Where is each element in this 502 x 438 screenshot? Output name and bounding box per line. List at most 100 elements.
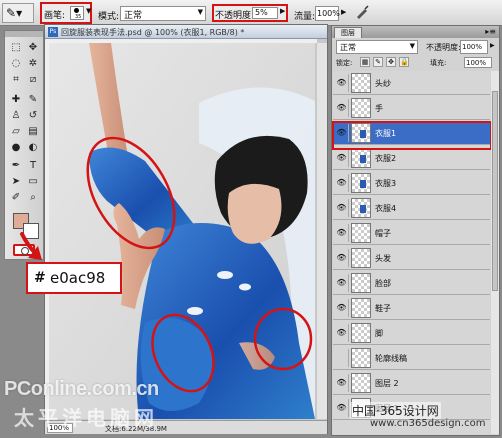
blend-mode-select[interactable]: 正常 ▼	[336, 40, 418, 54]
layer-row[interactable]: 👁 衣服4	[333, 196, 490, 220]
airbrush-icon[interactable]	[354, 4, 370, 20]
slice-icon[interactable]: ⧄	[26, 73, 40, 87]
move-icon[interactable]: ✥	[26, 41, 40, 55]
visibility-eye-icon[interactable]: 👁	[335, 199, 349, 217]
thumbnail-content	[360, 155, 366, 163]
layer-name: 手	[375, 104, 383, 113]
layer-thumbnail[interactable]	[351, 298, 371, 318]
flow-input[interactable]: 100%	[315, 6, 340, 21]
eyedropper-icon[interactable]: ✐	[9, 191, 23, 205]
scrollbar-thumb[interactable]	[492, 91, 498, 291]
layer-thumbnail[interactable]	[351, 223, 371, 243]
options-bar: ✎▾ 画笔: 35 ▼ 模式: 正常 ▼ 不透明度: 5% ▶ 流量: 100%…	[0, 0, 502, 26]
layers-scrollbar[interactable]	[491, 71, 499, 434]
mode-label: 模式:	[98, 12, 120, 22]
eraser-icon[interactable]: ▱	[9, 125, 23, 139]
visibility-eye-icon[interactable]: 👁	[335, 324, 349, 342]
mode-select[interactable]: 正常 ▼	[120, 6, 206, 21]
layer-thumbnail[interactable]	[351, 248, 371, 268]
layer-thumbnail[interactable]	[351, 198, 371, 218]
pen-icon[interactable]: ✒	[9, 159, 23, 173]
healing-brush-icon[interactable]: ✚	[9, 93, 23, 107]
brush-icon[interactable]: ✎	[26, 93, 40, 107]
visibility-eye-icon[interactable]: 👁	[335, 224, 349, 242]
layer-row[interactable]: 👁 鞋子	[333, 296, 490, 320]
opacity-slider-arrow-icon[interactable]: ▶	[490, 42, 495, 49]
layer-name: 脸部	[375, 279, 391, 288]
history-brush-icon[interactable]: ↺	[26, 109, 40, 123]
gradient-icon[interactable]: ▤	[26, 125, 40, 139]
visibility-eye-icon[interactable]: 👁	[335, 249, 349, 267]
marquee-icon[interactable]: ⬚	[9, 41, 23, 55]
magic-wand-icon[interactable]: ✲	[26, 57, 40, 71]
visibility-eye-icon[interactable]: 👁	[335, 399, 349, 417]
brush-picker-group[interactable]: 画笔: 35 ▼	[40, 2, 92, 24]
lock-pixels-icon[interactable]: ✎	[373, 57, 383, 67]
zoom-icon[interactable]: ⌕	[26, 191, 40, 205]
layer-thumbnail[interactable]	[351, 348, 371, 368]
flow-slider-arrow-icon[interactable]: ▶	[341, 8, 346, 16]
photoshop-icon: Ps	[48, 27, 58, 37]
layer-row[interactable]: 👁 脸部	[333, 271, 490, 295]
opacity-input[interactable]: 5%	[252, 7, 278, 19]
document-title: 回旋服装表现手法.psd @ 100% (衣服1, RGB/8) *	[61, 28, 245, 37]
clone-stamp-icon[interactable]: ♙	[9, 109, 23, 123]
panel-menu-icon[interactable]: ▸≡	[485, 27, 496, 36]
layer-row[interactable]: 👁 衣服3	[333, 171, 490, 195]
visibility-eye-icon[interactable]: 👁	[335, 374, 349, 392]
layer-row[interactable]: 👁 轮廓线稿	[333, 346, 490, 370]
layer-name: 衣服2	[375, 154, 397, 163]
chevron-down-icon[interactable]: ▼	[86, 7, 91, 15]
panel-grip[interactable]	[5, 31, 43, 37]
brush-tip-icon	[74, 8, 79, 13]
flow-label: 流量:	[294, 12, 316, 22]
vertical-scrollbar[interactable]	[317, 43, 327, 419]
layer-thumbnail[interactable]	[351, 323, 371, 343]
lock-position-icon[interactable]: ✥	[386, 57, 396, 67]
visibility-eye-icon[interactable]: 👁	[335, 349, 349, 367]
path-select-icon[interactable]: ➤	[9, 175, 23, 189]
color-hex-callout: # e0ac98	[26, 262, 122, 294]
layer-row[interactable]: 👁 脚	[333, 321, 490, 345]
blur-icon[interactable]: ●	[9, 141, 23, 155]
shape-icon[interactable]: ▭	[26, 175, 40, 189]
layer-row[interactable]: 👁 图层 2	[333, 371, 490, 395]
lock-label: 锁定:	[336, 59, 353, 67]
layer-row[interactable]: 👁 头纱	[333, 71, 490, 95]
opacity-label: 不透明度:	[215, 11, 255, 21]
type-icon[interactable]: T	[26, 159, 40, 173]
visibility-eye-icon[interactable]: 👁	[335, 149, 349, 167]
layer-thumbnail[interactable]	[351, 73, 371, 93]
layer-name: 脚	[375, 329, 383, 338]
layers-panel: 图层 ▸≡ 正常 ▼ 不透明度: 100% ▶ 锁定: ▦ ✎ ✥ 🔒 填充: …	[331, 25, 500, 436]
layer-thumbnail[interactable]	[351, 148, 371, 168]
visibility-eye-icon[interactable]: 👁	[335, 99, 349, 117]
layer-row[interactable]: 👁 手	[333, 96, 490, 120]
visibility-eye-icon[interactable]: 👁	[335, 299, 349, 317]
fill-input[interactable]: 100%	[464, 57, 492, 68]
visibility-eye-icon[interactable]: 👁	[335, 274, 349, 292]
crop-icon[interactable]: ⌗	[9, 73, 23, 87]
layer-thumbnail[interactable]	[351, 98, 371, 118]
layer-thumbnail[interactable]	[351, 173, 371, 193]
layer-row[interactable]: 👁 头发	[333, 246, 490, 270]
visibility-eye-icon[interactable]: 👁	[335, 174, 349, 192]
lock-transparency-icon[interactable]: ▦	[360, 57, 370, 67]
layer-thumbnail[interactable]	[351, 273, 371, 293]
layer-opacity-input[interactable]: 100%	[460, 40, 488, 54]
tool-preset-picker[interactable]: ✎▾	[2, 3, 34, 23]
layer-name: 帽子	[375, 229, 391, 238]
document-titlebar[interactable]: Ps 回旋服装表现手法.psd @ 100% (衣服1, RGB/8) *	[45, 25, 327, 39]
layer-name: 头发	[375, 254, 391, 263]
document-canvas[interactable]	[49, 43, 315, 419]
visibility-eye-icon[interactable]: 👁	[335, 74, 349, 92]
brush-size: 35	[75, 14, 82, 20]
opacity-slider-arrow-icon[interactable]: ▶	[280, 7, 285, 15]
dodge-icon[interactable]: ◐	[26, 141, 40, 155]
layer-row[interactable]: 👁 帽子	[333, 221, 490, 245]
lock-all-icon[interactable]: 🔒	[399, 57, 409, 67]
layer-thumbnail[interactable]	[351, 373, 371, 393]
watermark-site-url: www.cn365design.com	[370, 418, 486, 429]
tab-layers[interactable]: 图层	[334, 27, 362, 38]
lasso-icon[interactable]: ◌	[9, 57, 23, 71]
